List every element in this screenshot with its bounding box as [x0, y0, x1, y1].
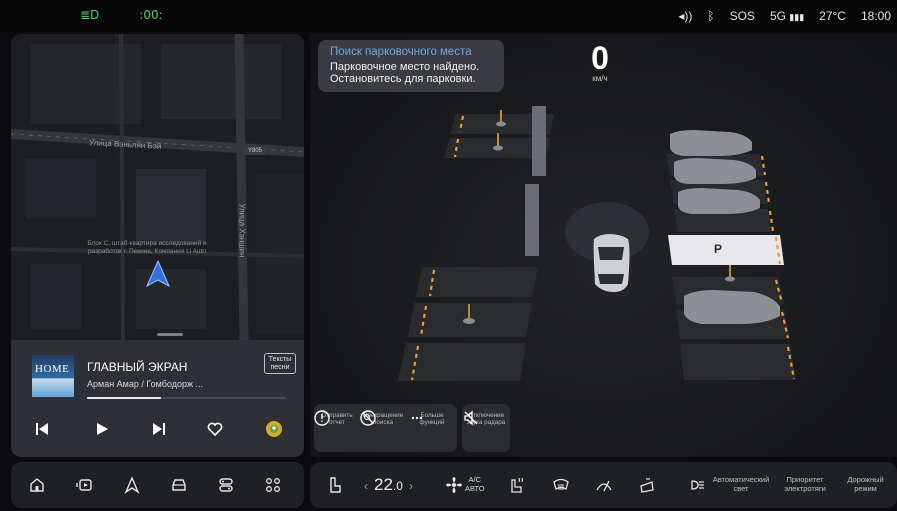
progress-bar[interactable]: [87, 397, 286, 399]
parking-light-icon: :00:: [139, 8, 163, 22]
more-icon: [411, 416, 423, 420]
parking-slot-marker[interactable]: P: [714, 242, 722, 256]
road-mode-button[interactable]: Дорожный режим: [838, 475, 893, 493]
wiper-icon[interactable]: [595, 476, 613, 494]
stop-search-button[interactable]: Прекращение поиска: [360, 410, 406, 426]
temperature-control[interactable]: ‹ 22.0 ›: [358, 475, 419, 495]
controls-icon[interactable]: [217, 476, 235, 494]
notice-body-line2: Остановитесь для парковки.: [330, 72, 476, 85]
headlamp-icon[interactable]: [688, 476, 706, 494]
vehicle-icon[interactable]: [170, 476, 188, 494]
radar-mute-button[interactable]: Отключение звука радара: [462, 404, 510, 452]
media-icon[interactable]: [76, 476, 94, 494]
fan-icon[interactable]: [445, 476, 463, 494]
electric-priority-label-2: электротяги: [784, 484, 826, 493]
speaker-icon: ◂)): [678, 9, 693, 23]
speed-display: 0 км/ч: [578, 42, 622, 83]
mirror-icon[interactable]: [638, 476, 656, 494]
climate-bar: ‹ 22.0 › A/C АВТО Автоматический свет Приори…: [310, 462, 897, 508]
ac-auto-button[interactable]: A/C АВТО: [465, 475, 485, 493]
status-bar: ≣D :00: ◂)) ᛒ SOS 5G ▮▮▮ 27°C 18:00: [0, 0, 897, 32]
progress-fill: [87, 397, 161, 399]
auto-light-button[interactable]: Автоматический свет: [706, 475, 776, 493]
road-label-vertical: Улица Хэншин: [237, 203, 247, 258]
navigation-map[interactable]: Улица Вэньлян Бэй Улица Хэншин Y805 Блок…: [11, 34, 304, 340]
road-mode-label-1: Дорожный: [847, 475, 884, 484]
notice-body-line1: Парковочное место найдено.: [330, 61, 480, 73]
media-player: HOME ГЛАВНЫЙ ЭКРАН Арман Амар / Гомбодор…: [11, 340, 304, 457]
temperature-value: 22: [374, 475, 393, 494]
radar-mute-icon: [464, 410, 478, 426]
send-report-label-2: отчет: [329, 419, 345, 426]
navigation-icon[interactable]: [123, 476, 141, 494]
temperature-up-icon[interactable]: ›: [409, 479, 413, 493]
headlight-icon: ≣D: [80, 8, 100, 22]
play-icon[interactable]: [91, 418, 113, 440]
auto-light-label-2: свет: [733, 484, 749, 493]
sos-label[interactable]: SOS: [730, 9, 755, 23]
heart-icon[interactable]: [204, 418, 226, 440]
parking-actions: Отправить отчет Прекращение поиска Больше ф…: [314, 404, 457, 452]
track-title: ГЛАВНЫЙ ЭКРАН: [87, 360, 188, 374]
album-cover-text: HOME: [35, 363, 70, 375]
previous-icon[interactable]: [31, 418, 53, 440]
media-controls: [27, 418, 291, 440]
temperature-down-icon[interactable]: ‹: [364, 479, 368, 493]
ac-label: A/C: [468, 475, 482, 484]
electric-priority-label-1: Приоритет: [786, 475, 824, 484]
electric-priority-button[interactable]: Приоритет электротяги: [778, 475, 832, 493]
parking-view: Поиск парковочного места Парковочное мес…: [310, 34, 897, 457]
home-icon[interactable]: [28, 476, 46, 494]
app-icon[interactable]: [263, 418, 285, 440]
apps-icon[interactable]: [264, 476, 282, 494]
seat-icon[interactable]: [328, 476, 342, 494]
more-functions-button[interactable]: Больше функций: [409, 410, 455, 426]
defrost-icon[interactable]: [552, 476, 570, 494]
speed-unit: км/ч: [592, 74, 608, 83]
send-report-button[interactable]: Отправить отчет: [314, 410, 360, 426]
next-icon[interactable]: [148, 418, 170, 440]
poi-label[interactable]: Блок С, штаб-квартира исследований и раз…: [77, 240, 217, 256]
parking-notice: Поиск парковочного места Парковочное мес…: [318, 40, 504, 92]
speed-value: 0: [591, 40, 609, 76]
ac-auto-label: АВТО: [465, 484, 485, 493]
info-icon: [314, 410, 330, 426]
road-badge: Y805: [244, 147, 267, 155]
lyrics-button[interactable]: Тексты песни: [264, 353, 296, 374]
drag-handle[interactable]: [157, 333, 183, 336]
seat-heat-icon[interactable]: [508, 476, 526, 494]
notice-title: Поиск парковочного места: [330, 46, 472, 58]
bluetooth-icon: ᛒ: [707, 9, 715, 23]
clock: 18:00: [860, 9, 891, 23]
network-indicator: 5G ▮▮▮: [769, 9, 805, 23]
road-mode-label-2: режим: [854, 484, 877, 493]
app-dock: [11, 462, 304, 508]
auto-light-label-1: Автоматический: [712, 475, 770, 484]
outside-temperature: 27°C: [819, 9, 846, 23]
navigation-arrow-icon: [145, 260, 171, 288]
temperature-decimal: .0: [392, 479, 403, 493]
album-cover[interactable]: HOME: [32, 355, 74, 397]
track-artist: Арман Амар / Гомбодорж ...: [87, 379, 203, 389]
stop-search-icon: [360, 410, 376, 426]
signal-icon: ▮▮▮: [789, 12, 805, 22]
